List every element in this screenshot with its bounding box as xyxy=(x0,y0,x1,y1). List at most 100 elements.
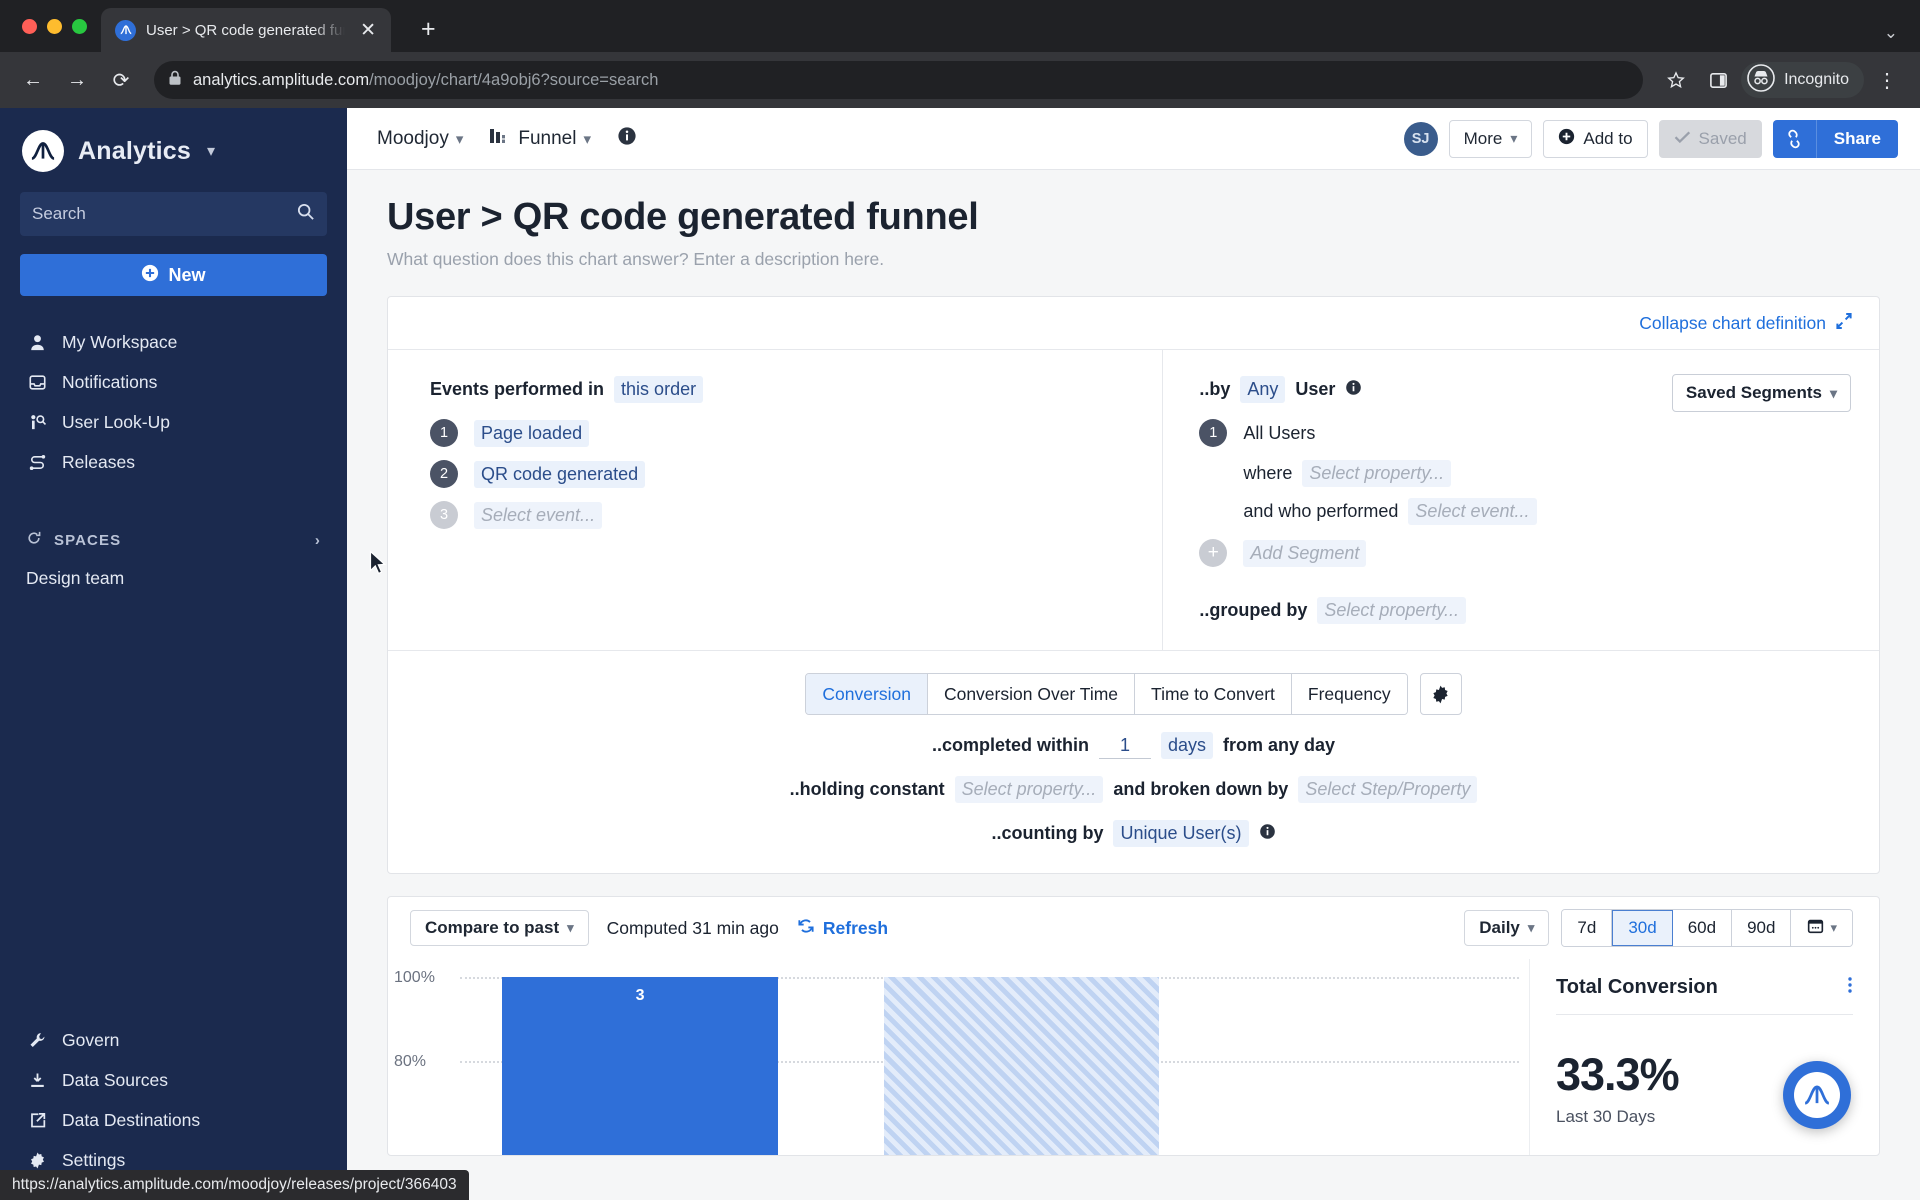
minimize-window-button[interactable] xyxy=(47,18,62,34)
add-to-button-label: Add to xyxy=(1583,128,1633,148)
refresh-label: Refresh xyxy=(822,917,889,938)
interval-selector[interactable]: Daily ▾ xyxy=(1464,910,1550,946)
add-segment-row[interactable]: + Add Segment xyxy=(1199,539,1849,567)
event-step-row: 2 QR code generated xyxy=(430,460,1132,488)
event-step-label[interactable]: Page loaded xyxy=(474,419,590,447)
share-button[interactable]: Share xyxy=(1816,119,1898,158)
close-window-button[interactable] xyxy=(22,18,37,34)
star-icon[interactable] xyxy=(1657,61,1695,99)
new-tab-button[interactable]: + xyxy=(413,15,444,44)
chevron-down-icon[interactable]: ▾ xyxy=(207,141,215,161)
event-step-label[interactable]: QR code generated xyxy=(474,460,646,488)
browser-toolbar-actions: Incognito ⋮ xyxy=(1657,61,1906,99)
close-tab-button[interactable]: ✕ xyxy=(355,18,381,43)
segment-number: 1 xyxy=(1199,419,1228,447)
maximize-window-button[interactable] xyxy=(72,18,87,34)
gear-icon xyxy=(26,1149,48,1171)
bar-step-1-comparison[interactable] xyxy=(883,977,1159,1155)
conversion-window-input[interactable]: 1 xyxy=(1098,733,1151,759)
select-event-placeholder[interactable]: Select event... xyxy=(474,501,603,529)
range-90d[interactable]: 90d xyxy=(1732,910,1792,946)
incognito-icon xyxy=(1747,63,1775,97)
wrench-icon xyxy=(26,1029,48,1051)
broken-down-by-input[interactable]: Select Step/Property xyxy=(1298,776,1478,803)
performed-event-input[interactable]: Select event... xyxy=(1408,498,1537,525)
range-60d[interactable]: 60d xyxy=(1672,910,1733,946)
grouped-by-input[interactable]: Select property... xyxy=(1317,597,1467,624)
address-bar[interactable]: analytics.amplitude.com/moodjoy/chart/4a… xyxy=(154,61,1644,99)
sidebar-item-data-destinations[interactable]: Data Destinations xyxy=(0,1100,347,1140)
side-panel-icon[interactable] xyxy=(1699,61,1737,99)
counting-by-value[interactable]: Unique User(s) xyxy=(1113,820,1249,847)
info-icon[interactable] xyxy=(617,126,637,151)
holding-constant-input[interactable]: Select property... xyxy=(954,776,1104,803)
search-placeholder: Search xyxy=(32,204,86,223)
completed-within-row: ..completed within 1 days from any day xyxy=(388,732,1879,759)
sidebar-item-govern[interactable]: Govern xyxy=(0,1020,347,1060)
chart-controls: Compare to past ▾ Computed 31 min ago Re… xyxy=(388,897,1879,959)
page-scroll-area: User > QR code generated funnel What que… xyxy=(347,170,1920,1200)
by-any-token[interactable]: Any xyxy=(1240,376,1286,403)
custom-date-range-button[interactable]: ▾ xyxy=(1791,910,1852,946)
project-selector[interactable]: Moodjoy ▾ xyxy=(377,128,463,150)
copy-link-button[interactable] xyxy=(1772,119,1817,158)
brand-name: Analytics xyxy=(78,136,191,165)
window-traffic-lights xyxy=(14,0,101,52)
by-user-label: User xyxy=(1295,379,1336,399)
back-button[interactable]: ← xyxy=(14,61,52,99)
refresh-button[interactable]: Refresh xyxy=(797,917,888,940)
sidebar-item-my-workspace[interactable]: My Workspace xyxy=(0,322,347,362)
refresh-icon xyxy=(797,917,815,940)
amplitude-assistant-button[interactable] xyxy=(1783,1061,1851,1129)
spaces-section-header[interactable]: SPACES › xyxy=(0,520,347,560)
chevron-right-icon[interactable]: › xyxy=(315,532,321,549)
search-input[interactable]: Search xyxy=(20,192,327,236)
new-button[interactable]: New xyxy=(20,254,327,296)
avatar[interactable]: SJ xyxy=(1403,121,1438,156)
brand[interactable]: Analytics ▾ xyxy=(0,108,347,186)
range-30d[interactable]: 30d xyxy=(1612,910,1673,946)
bar-value-label: 3 xyxy=(635,987,645,1004)
segment-name[interactable]: All Users xyxy=(1243,423,1315,444)
where-property-input[interactable]: Select property... xyxy=(1302,460,1452,487)
tab-conversion-over-time[interactable]: Conversion Over Time xyxy=(927,674,1136,714)
chevron-down-icon: ▾ xyxy=(1527,920,1535,935)
tab-conversion[interactable]: Conversion xyxy=(806,674,928,714)
profile-incognito-button[interactable]: Incognito xyxy=(1741,62,1864,98)
tab-frequency[interactable]: Frequency xyxy=(1291,674,1407,714)
conversion-window-unit[interactable]: days xyxy=(1160,732,1213,759)
page-title[interactable]: User > QR code generated funnel xyxy=(387,196,1880,239)
sidebar-item-notifications[interactable]: Notifications xyxy=(0,362,347,402)
info-icon[interactable] xyxy=(1259,823,1276,845)
collapse-chart-definition[interactable]: Collapse chart definition xyxy=(388,297,1879,349)
page-description-placeholder[interactable]: What question does this chart answer? En… xyxy=(387,249,1880,270)
event-order-token[interactable]: this order xyxy=(614,376,704,403)
reload-button[interactable]: ⟳ xyxy=(102,61,140,99)
events-performed-label: Events performed in xyxy=(430,379,605,399)
range-7d[interactable]: 7d xyxy=(1562,910,1613,946)
chevron-down-icon: ▾ xyxy=(1510,130,1518,146)
saved-segments-button[interactable]: Saved Segments ▾ xyxy=(1671,374,1852,412)
chart-settings-button[interactable] xyxy=(1419,673,1462,715)
sidebar-item-user-look-up[interactable]: User Look-Up xyxy=(0,402,347,442)
sidebar-item-label: My Workspace xyxy=(62,331,178,352)
metric-tabs: Conversion Conversion Over Time Time to … xyxy=(388,673,1879,715)
compare-to-past-button[interactable]: Compare to past ▾ xyxy=(410,910,589,946)
sidebar-item-releases[interactable]: Releases xyxy=(0,442,347,482)
chevron-down-icon[interactable]: ⌄ xyxy=(1884,23,1898,43)
tab-time-to-convert[interactable]: Time to Convert xyxy=(1135,674,1292,714)
sidebar-item-data-sources[interactable]: Data Sources xyxy=(0,1060,347,1100)
browser-tab-strip: User > QR code generated fun ✕ + ⌄ xyxy=(0,0,1920,52)
forward-button[interactable]: → xyxy=(58,61,96,99)
more-button[interactable]: More ▾ xyxy=(1448,119,1533,158)
kebab-menu-icon[interactable] xyxy=(1847,975,1853,1000)
browser-tab[interactable]: User > QR code generated fun ✕ xyxy=(101,8,391,52)
bar-step-1[interactable]: 3 xyxy=(502,977,778,1155)
add-to-button[interactable]: Add to xyxy=(1543,119,1648,158)
saved-button: Saved xyxy=(1658,119,1762,158)
sidebar-item-design-team[interactable]: Design team xyxy=(0,560,347,597)
chart-type-selector[interactable]: Funnel ▾ xyxy=(489,126,591,151)
metrics-panel: Conversion Conversion Over Time Time to … xyxy=(388,650,1879,873)
info-icon[interactable] xyxy=(1345,379,1362,401)
browser-menu-button[interactable]: ⋮ xyxy=(1868,61,1906,99)
